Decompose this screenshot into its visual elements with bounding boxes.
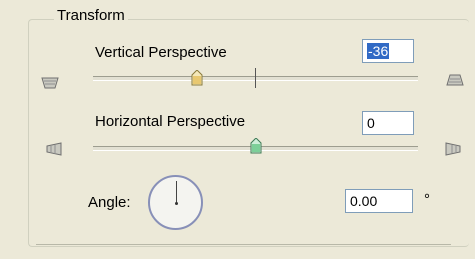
degree-symbol: ° [424, 191, 430, 208]
vertical-perspective-center-tick [255, 68, 256, 88]
vertical-perspective-value: -36 [367, 43, 390, 59]
horizontal-perspective-left-icon[interactable] [44, 141, 64, 157]
angle-label: Angle: [88, 194, 131, 211]
angle-value: 0.00 [350, 193, 378, 209]
angle-dial-center [175, 202, 178, 205]
angle-dial[interactable] [148, 175, 203, 230]
vertical-perspective-top-icon[interactable] [40, 75, 60, 91]
angle-field[interactable]: 0.00 [345, 189, 413, 213]
horizontal-perspective-value: 0 [367, 115, 375, 131]
vertical-perspective-bottom-icon[interactable] [445, 72, 465, 88]
group-divider [36, 244, 451, 245]
vertical-perspective-field[interactable]: -36 [362, 39, 414, 63]
vertical-perspective-label: Vertical Perspective [95, 44, 227, 61]
horizontal-perspective-field[interactable]: 0 [362, 111, 414, 135]
angle-dial-hand [176, 181, 177, 203]
horizontal-perspective-right-icon[interactable] [443, 141, 463, 157]
transform-group-title: Transform [54, 7, 128, 24]
horizontal-perspective-label: Horizontal Perspective [95, 113, 246, 130]
vertical-perspective-slider-thumb[interactable] [191, 70, 203, 86]
horizontal-perspective-slider-thumb[interactable] [250, 138, 262, 154]
